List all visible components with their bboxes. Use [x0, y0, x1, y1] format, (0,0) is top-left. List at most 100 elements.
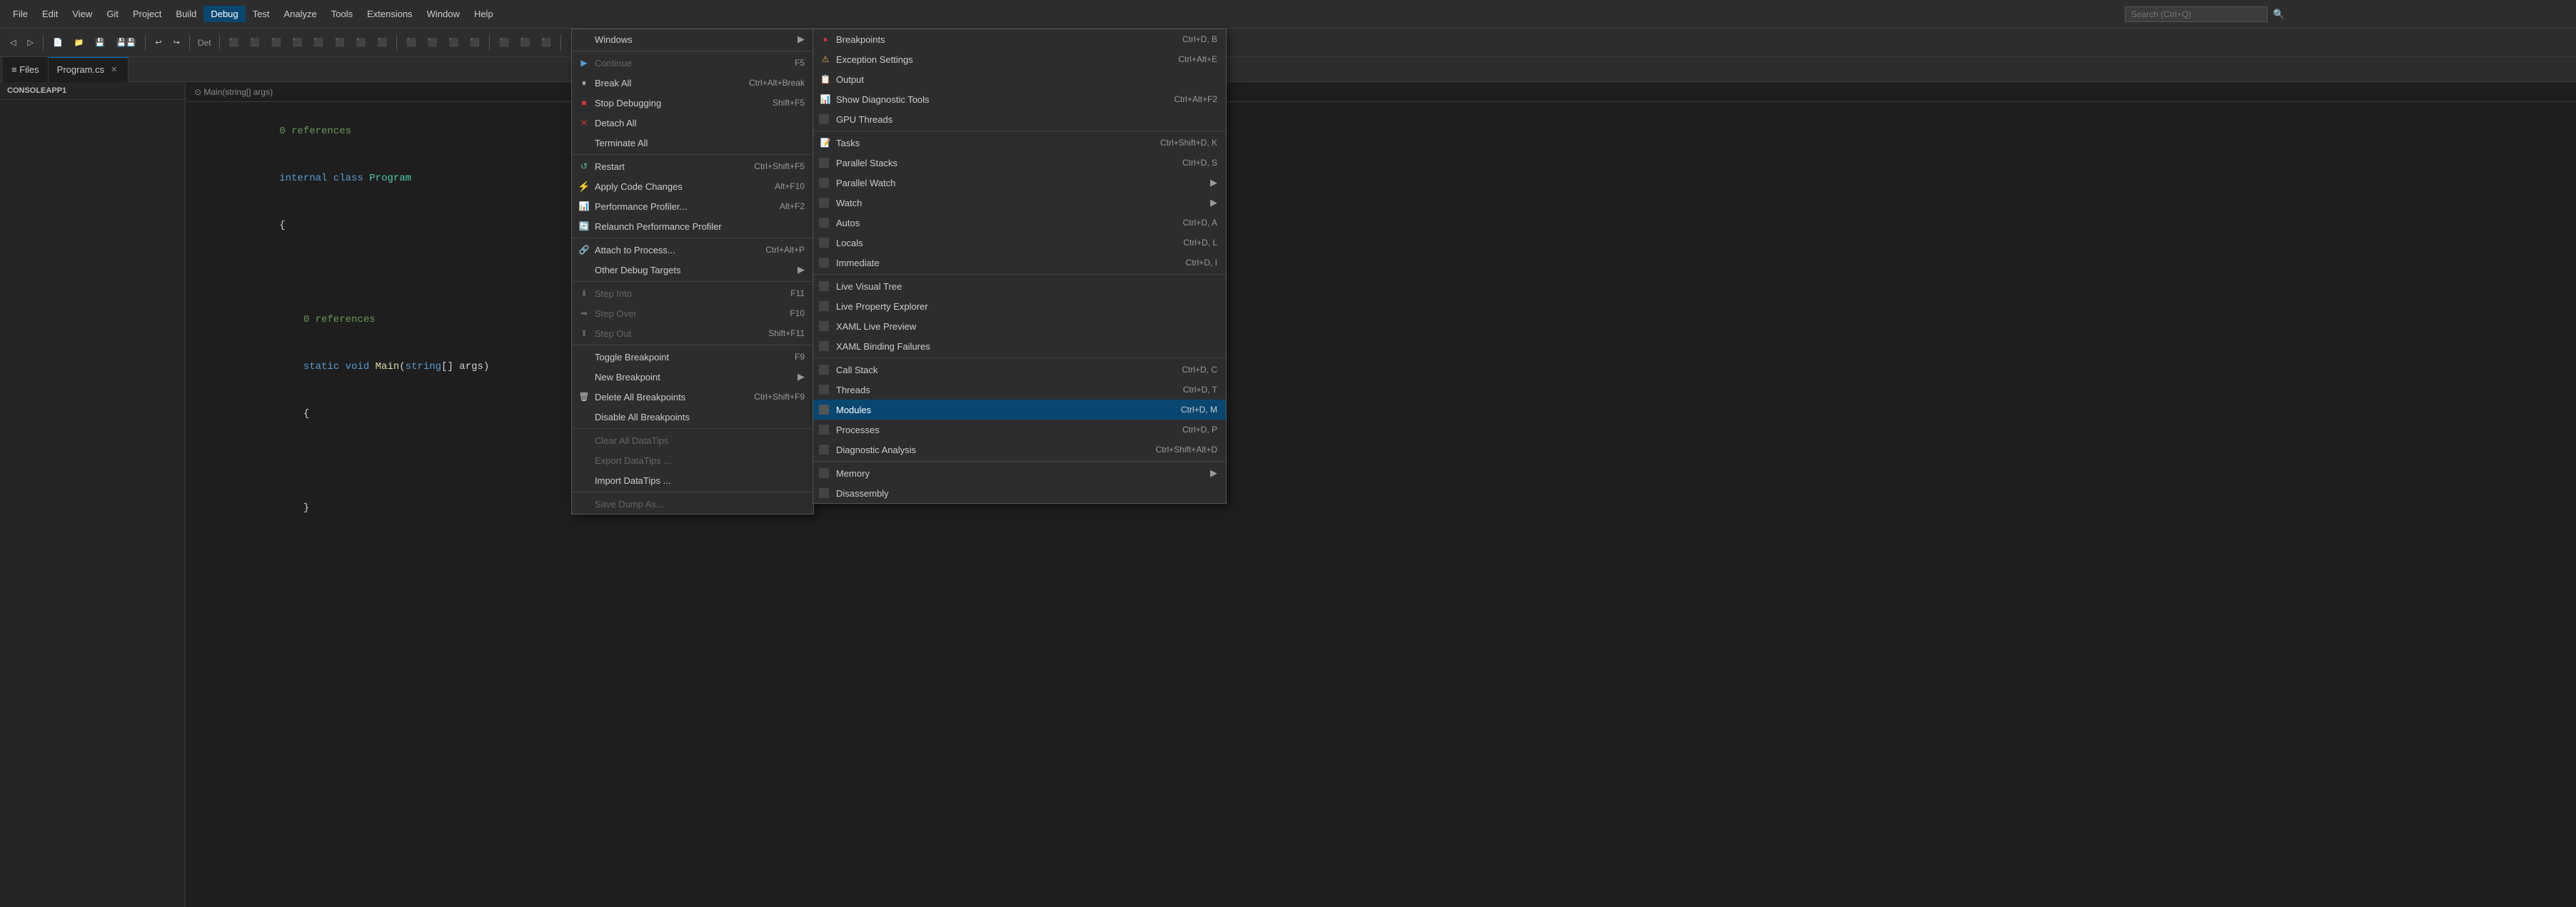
redo-button[interactable]: ↪: [169, 36, 184, 49]
attach-shortcut: Ctrl+Alt+P: [765, 245, 805, 255]
debug-btn-4[interactable]: ⬛: [288, 36, 307, 49]
new-file-button[interactable]: 📄: [49, 36, 67, 49]
misc-btn-1[interactable]: ⬛: [495, 36, 513, 49]
debug-menu-delete-bps[interactable]: 🗑 Delete All Breakpoints Ctrl+Shift+F9: [572, 387, 813, 407]
win-menu-immediate[interactable]: Immediate Ctrl+D, I: [813, 253, 1226, 273]
misc-btn-2[interactable]: ⬛: [516, 36, 535, 49]
disable-bps-label: Disable All Breakpoints: [595, 412, 805, 422]
debug-menu-windows[interactable]: Windows ▶: [572, 29, 813, 49]
terminate-label: Terminate All: [595, 138, 805, 148]
menu-debug[interactable]: Debug: [203, 6, 245, 22]
win-menu-xaml-preview[interactable]: XAML Live Preview: [813, 316, 1226, 336]
debug-menu-save-dump[interactable]: Save Dump As...: [572, 494, 813, 514]
win-menu-tasks[interactable]: 📝 Tasks Ctrl+Shift+D, K: [813, 133, 1226, 153]
debug-menu-profiler[interactable]: 📊 Performance Profiler... Alt+F2: [572, 196, 813, 216]
forward-button[interactable]: ▷: [23, 36, 37, 49]
win-menu-watch[interactable]: Watch ▶: [813, 193, 1226, 213]
debug-menu-detach[interactable]: ✕ Detach All: [572, 113, 813, 133]
debug-menu-apply-code[interactable]: ⚡ Apply Code Changes Alt+F10: [572, 176, 813, 196]
win-menu-live-visual-tree[interactable]: Live Visual Tree: [813, 276, 1226, 296]
debug-menu-disable-bps[interactable]: Disable All Breakpoints: [572, 407, 813, 427]
debug-btn-7[interactable]: ⬛: [352, 36, 371, 49]
misc-btn-3[interactable]: ⬛: [537, 36, 555, 49]
tab-program-cs[interactable]: Program.cs ✕: [49, 57, 129, 82]
undo-button[interactable]: ↩: [151, 36, 166, 49]
debug-menu-terminate[interactable]: Terminate All: [572, 133, 813, 153]
win-menu-threads[interactable]: Threads Ctrl+D, T: [813, 380, 1226, 400]
win-menu-breakpoints[interactable]: ● Breakpoints Ctrl+D, B: [813, 29, 1226, 49]
code-line-1: 0 references: [186, 108, 2576, 155]
win-menu-memory[interactable]: Memory ▶: [813, 463, 1226, 483]
debug-menu-step-over[interactable]: ➡ Step Over F10: [572, 303, 813, 323]
step-over-btn[interactable]: ⬛: [445, 36, 463, 49]
debug-menu-continue[interactable]: ▶ Continue F5: [572, 53, 813, 73]
menu-view[interactable]: View: [65, 6, 99, 22]
debug-menu-clear-datatips[interactable]: Clear All DataTips: [572, 430, 813, 450]
debug-menu-import-datatips[interactable]: Import DataTips ...: [572, 470, 813, 490]
debug-btn-2[interactable]: ⬛: [246, 36, 264, 49]
debug-menu-step-into[interactable]: ⬇ Step Into F11: [572, 283, 813, 303]
debug-btn-5[interactable]: ⬛: [309, 36, 328, 49]
menu-git[interactable]: Git: [99, 6, 126, 22]
open-file-button[interactable]: 📁: [70, 36, 89, 49]
editor-content[interactable]: 0 references internal class Program { 0 …: [186, 102, 2576, 537]
debug-menu-restart[interactable]: ↺ Restart Ctrl+Shift+F5: [572, 156, 813, 176]
other-targets-icon: [578, 263, 590, 276]
win-menu-live-property[interactable]: Live Property Explorer: [813, 296, 1226, 316]
menu-project[interactable]: Project: [126, 6, 168, 22]
win-menu-xaml-binding[interactable]: XAML Binding Failures: [813, 336, 1226, 356]
menu-analyze[interactable]: Analyze: [276, 6, 323, 22]
save-button[interactable]: 💾: [91, 36, 109, 49]
debug-btn-8[interactable]: ⬛: [373, 36, 392, 49]
toggle-bp-icon: [578, 350, 590, 363]
win-menu-modules[interactable]: Modules Ctrl+D, M: [813, 400, 1226, 420]
diagnostic-icon: 📊: [819, 93, 832, 106]
breadcrumb-text: ⊙ Main(string[] args): [194, 87, 273, 97]
debug-menu-step-out[interactable]: ⬆ Step Out Shift+F11: [572, 323, 813, 343]
win-menu-output[interactable]: 📋 Output: [813, 69, 1226, 89]
win-menu-call-stack[interactable]: Call Stack Ctrl+D, C: [813, 360, 1226, 380]
xaml-binding-label: XAML Binding Failures: [836, 341, 1217, 352]
menu-edit[interactable]: Edit: [35, 6, 65, 22]
debug-menu-other-targets[interactable]: Other Debug Targets ▶: [572, 260, 813, 280]
breakpoint-btn[interactable]: ⬛: [402, 36, 421, 49]
menu-tools[interactable]: Tools: [324, 6, 360, 22]
debug-menu-stop[interactable]: ■ Stop Debugging Shift+F5: [572, 93, 813, 113]
tab-files[interactable]: ≡ Files: [3, 57, 49, 82]
debug-menu-attach[interactable]: 🔗 Attach to Process... Ctrl+Alt+P: [572, 240, 813, 260]
debug-menu-break-all[interactable]: ⏸ Break All Ctrl+Alt+Break: [572, 73, 813, 93]
win-menu-parallel-watch[interactable]: Parallel Watch ▶: [813, 173, 1226, 193]
save-all-button[interactable]: 💾💾: [112, 36, 140, 49]
debug-btn-6[interactable]: ⬛: [331, 36, 349, 49]
win-menu-diagnostic[interactable]: 📊 Show Diagnostic Tools Ctrl+Alt+F2: [813, 89, 1226, 109]
menu-file[interactable]: File: [6, 6, 35, 22]
back-button[interactable]: ◁: [6, 36, 20, 49]
debug-menu-relaunch-profiler[interactable]: 🔄 Relaunch Performance Profiler: [572, 216, 813, 236]
win-menu-gpu[interactable]: GPU Threads: [813, 109, 1226, 129]
apply-code-icon: ⚡: [578, 180, 590, 193]
debug-btn-1[interactable]: ⬛: [225, 36, 243, 49]
debug-btn-3[interactable]: ⬛: [267, 36, 286, 49]
menu-window[interactable]: Window: [420, 6, 467, 22]
step-into-btn[interactable]: ⬛: [423, 36, 442, 49]
search-input[interactable]: [2125, 6, 2268, 22]
menu-help[interactable]: Help: [467, 6, 500, 22]
menu-test[interactable]: Test: [246, 6, 277, 22]
locals-icon: [819, 238, 829, 248]
win-menu-exception[interactable]: ⚠ Exception Settings Ctrl+Alt+E: [813, 49, 1226, 69]
menu-build[interactable]: Build: [168, 6, 203, 22]
win-menu-processes[interactable]: Processes Ctrl+D, P: [813, 420, 1226, 440]
step-out-btn[interactable]: ⬛: [466, 36, 484, 49]
debug-menu-new-bp[interactable]: New Breakpoint ▶: [572, 367, 813, 387]
live-property-label: Live Property Explorer: [836, 301, 1217, 312]
win-menu-parallel-stacks[interactable]: Parallel Stacks Ctrl+D, S: [813, 153, 1226, 173]
win-menu-diag-analysis[interactable]: Diagnostic Analysis Ctrl+Shift+Alt+D: [813, 440, 1226, 460]
debug-menu-export-datatips[interactable]: Export DataTips ...: [572, 450, 813, 470]
tab-close-button[interactable]: ✕: [109, 64, 119, 75]
debug-menu-toggle-bp[interactable]: Toggle Breakpoint F9: [572, 347, 813, 367]
win-menu-disassembly[interactable]: Disassembly: [813, 483, 1226, 503]
win-menu-autos[interactable]: Autos Ctrl+D, A: [813, 213, 1226, 233]
menu-extensions[interactable]: Extensions: [360, 6, 420, 22]
locals-shortcut: Ctrl+D, L: [1183, 238, 1217, 248]
win-menu-locals[interactable]: Locals Ctrl+D, L: [813, 233, 1226, 253]
